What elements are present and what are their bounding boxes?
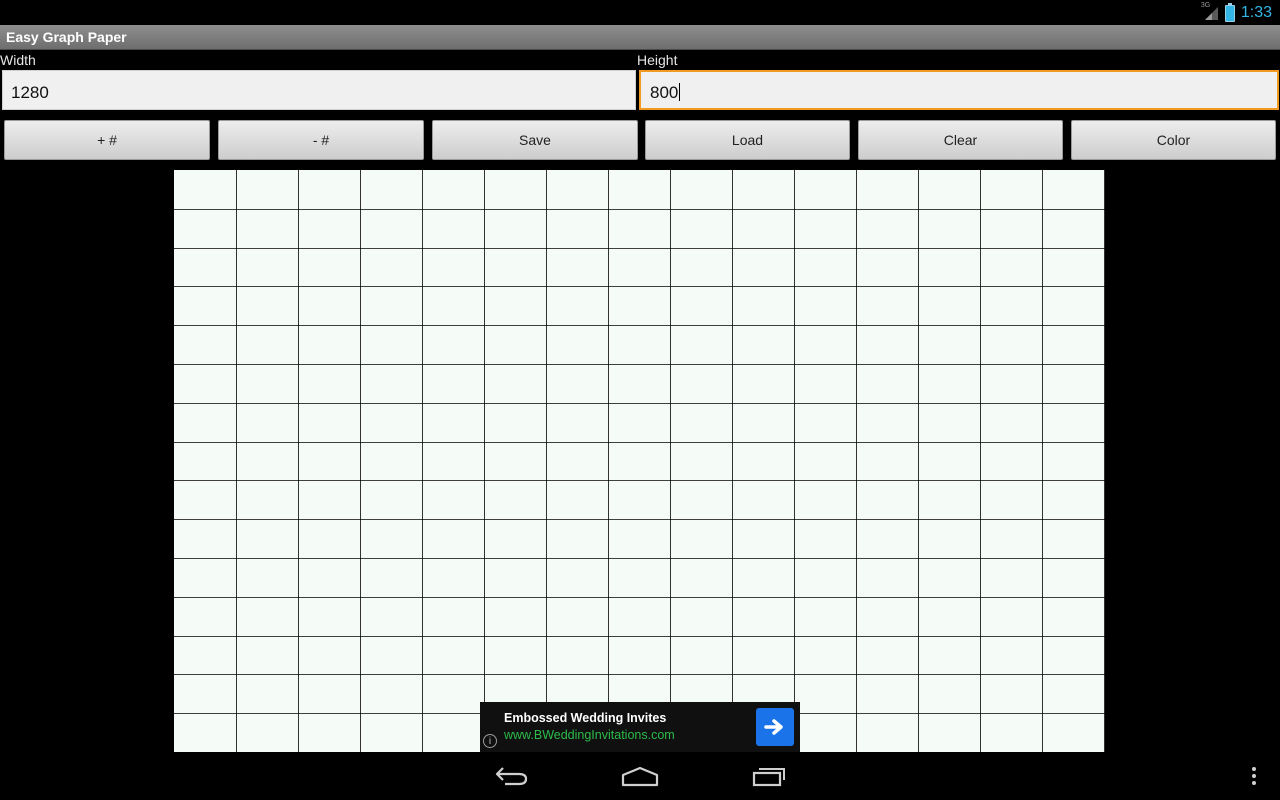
- ad-url: www.BWeddingInvitations.com: [504, 728, 675, 742]
- width-input[interactable]: 1280: [2, 70, 636, 110]
- signal-icon: 3G: [1200, 2, 1219, 21]
- color-button[interactable]: Color: [1071, 120, 1276, 160]
- recent-apps-icon[interactable]: [745, 762, 793, 790]
- ad-info-icon[interactable]: i: [483, 734, 497, 748]
- width-label: Width: [0, 52, 36, 68]
- add-grid-button[interactable]: + #: [4, 120, 210, 160]
- arrow-right-icon[interactable]: [756, 708, 794, 746]
- height-input-value: 800: [650, 83, 679, 102]
- clock: 1:33: [1240, 4, 1272, 21]
- clear-button[interactable]: Clear: [858, 120, 1063, 160]
- title-bar: Easy Graph Paper: [0, 25, 1280, 50]
- overflow-menu-icon[interactable]: [1230, 762, 1278, 790]
- toolbar: + # - # Save Load Clear Color: [0, 120, 1280, 160]
- network-type-label: 3G: [1200, 2, 1211, 9]
- graph-paper-canvas[interactable]: [174, 170, 1105, 752]
- height-label: Height: [637, 52, 678, 68]
- save-button[interactable]: Save: [432, 120, 638, 160]
- text-cursor: [679, 83, 681, 101]
- height-input[interactable]: 800: [639, 70, 1279, 110]
- remove-grid-button[interactable]: - #: [218, 120, 424, 160]
- load-button[interactable]: Load: [645, 120, 850, 160]
- status-icons: 3G 1:33: [1200, 2, 1272, 23]
- ad-title: Embossed Wedding Invites: [504, 711, 667, 725]
- navigation-bar: [0, 752, 1280, 800]
- graph-grid: [174, 170, 1105, 752]
- ad-banner[interactable]: i Embossed Wedding Invites www.BWeddingI…: [480, 702, 800, 752]
- back-icon[interactable]: [488, 762, 536, 790]
- status-bar: 3G 1:33: [0, 0, 1280, 25]
- app-title: Easy Graph Paper: [6, 29, 127, 45]
- width-input-value: 1280: [11, 83, 49, 102]
- battery-icon: [1224, 2, 1235, 22]
- home-icon[interactable]: [616, 762, 664, 790]
